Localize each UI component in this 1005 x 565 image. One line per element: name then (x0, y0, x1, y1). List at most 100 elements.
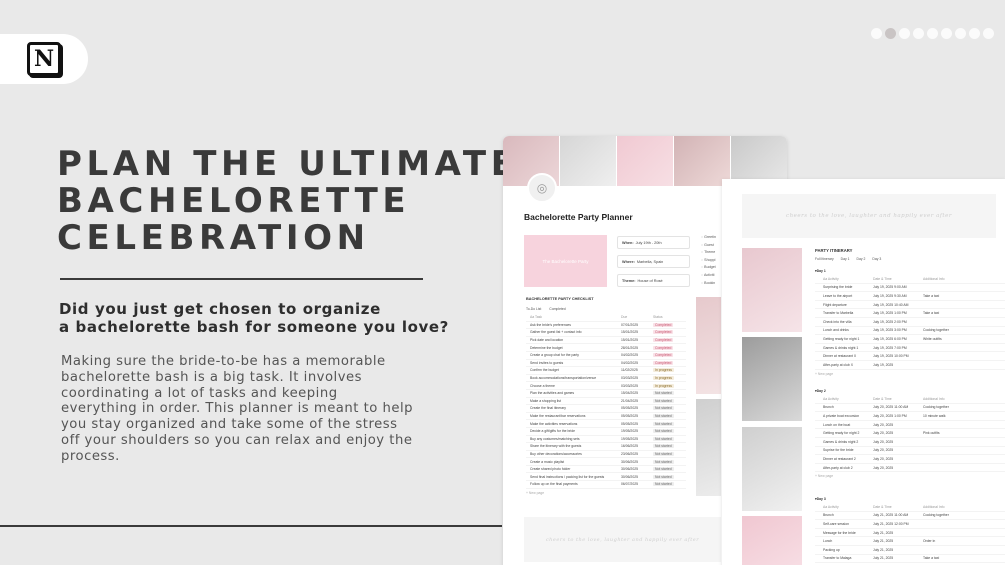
column-header: Additional Info (923, 276, 945, 281)
side-link[interactable]: Shoppi (701, 257, 716, 265)
itinerary-row[interactable]: Brunch July 20, 2025 11:00 AM Cooking toge… (815, 404, 1005, 413)
task-status: Completed (653, 330, 686, 335)
checklist-row[interactable]: Gather the guest list + contact info 15/0… (526, 329, 686, 337)
status-badge: Not started (653, 467, 674, 472)
activity-name: Dinner at restaurant X (823, 354, 857, 359)
itinerary-row[interactable]: Packing up July 21, 2025 (815, 546, 1005, 555)
task-due: 19/05/2025 (621, 436, 638, 441)
task-name: Make the restaurant/bar reservations (530, 414, 586, 419)
checklist-row[interactable]: Choose a theme 03/03/2025 In progress (526, 382, 686, 390)
itinerary-row[interactable]: Lunch on the boat July 20, 2025 (815, 421, 1005, 430)
carousel-dot[interactable] (913, 28, 924, 39)
checklist-row[interactable]: Follow up on the final payments 06/07/202… (526, 481, 686, 489)
carousel-dot[interactable] (969, 28, 980, 39)
day-label[interactable]: Day 1 (815, 267, 1005, 275)
itinerary-row[interactable]: After-party at club 2 July 20, 2025 (815, 464, 1005, 473)
itinerary-row[interactable]: Getting ready for night 2 July 20, 2025 Pi… (815, 429, 1005, 438)
itinerary-row[interactable]: Dinner at restaurant 2 July 20, 2025 (815, 455, 1005, 464)
checklist-row[interactable]: Decide a gift/gifts for the bride 19/05/2… (526, 428, 686, 436)
itinerary-row[interactable]: Flight departure July 19, 2025 10:40 AM (815, 301, 1005, 310)
carousel-dot[interactable] (941, 28, 952, 39)
side-link[interactable]: Theme (701, 249, 716, 257)
carousel-dot[interactable] (899, 28, 910, 39)
checklist-row[interactable]: Buy any costumes/matching sets 19/05/2025… (526, 436, 686, 444)
itinerary-row[interactable]: Getting ready for night 1 July 19, 2025 6… (815, 335, 1005, 344)
checklist-row[interactable]: Confirm the budget 11/02/2025 In progress (526, 367, 686, 375)
new-task-link[interactable]: + New page (526, 491, 686, 495)
checklist-row[interactable]: Make a shopping list 21/04/2025 Not starte… (526, 398, 686, 406)
checklist-row[interactable]: Create a music playlist 30/06/2025 Not sta… (526, 458, 686, 466)
itinerary-row[interactable]: Leave to the airport July 19, 2025 9:30 A… (815, 292, 1005, 301)
task-name: Create the final itinerary (530, 406, 566, 411)
checklist-row[interactable]: Create the final itinerary 05/05/2025 Not … (526, 405, 686, 413)
side-link[interactable]: Activiti (701, 272, 716, 280)
side-link[interactable]: Bookin (701, 280, 716, 288)
checklist-row[interactable]: Send invites to guests 04/02/2025 Complete… (526, 360, 686, 368)
itinerary-row[interactable]: Brunch July 21, 2025 11:00 AM Cooking toge… (815, 512, 1005, 521)
side-link[interactable]: Greetin (701, 234, 716, 242)
carousel-dot[interactable] (983, 28, 994, 39)
itinerary-row[interactable]: Transfer to Malaga July 21, 2025 Take a ta… (815, 555, 1005, 564)
checklist-row[interactable]: Make the restaurant/bar reservations 05/0… (526, 413, 686, 421)
checklist-row[interactable]: Create a group chat for the party 04/02/2… (526, 352, 686, 360)
carousel-dot[interactable] (955, 28, 966, 39)
task-status: Completed (653, 338, 686, 343)
itinerary-title: PARTY ITINERARY (815, 248, 853, 253)
champagne-photo (742, 337, 802, 421)
side-link[interactable]: Guest (701, 242, 716, 250)
column-header: Date & Time (873, 396, 892, 401)
task-status: Not started (653, 429, 686, 434)
checklist-row[interactable]: Buy other decorations/accessories 23/06/2… (526, 451, 686, 459)
itinerary-row[interactable]: Transfer to Marbella July 19, 2025 1:00 P… (815, 309, 1005, 318)
itinerary-row[interactable]: Lunch July 21, 2025 Order in (815, 537, 1005, 546)
itinerary-row[interactable]: Dinner at restaurant X July 19, 2025 10:0… (815, 352, 1005, 361)
itinerary-row[interactable]: Self-care session July 21, 2025 12:00 PM (815, 520, 1005, 529)
task-status: In progress (653, 376, 686, 381)
checklist-row[interactable]: Determine the budget 28/01/2025 Completed (526, 344, 686, 352)
checklist-row[interactable]: Book accommodations/transportation/venue… (526, 375, 686, 383)
day-label[interactable]: Day 2 (815, 387, 1005, 395)
checklist-row[interactable]: Plan the activities and games 15/04/2025 N… (526, 390, 686, 398)
planner-title: Bachelorette Party Planner (524, 212, 633, 222)
carousel-dot[interactable] (871, 28, 882, 39)
new-activity-link[interactable]: + New page (815, 372, 1005, 376)
checklist-row[interactable]: Make the activities reservations 05/05/20… (526, 420, 686, 428)
checklist-row[interactable]: Create shared photo folder 30/06/2025 Not … (526, 466, 686, 474)
itinerary-row[interactable]: Check into the villa July 19, 2025 2:00 P… (815, 318, 1005, 327)
side-link[interactable]: Budget (701, 264, 716, 272)
itinerary-row[interactable]: Suprise for the bride July 20, 2025 (815, 447, 1005, 456)
day-label[interactable]: Day 3 (815, 495, 1005, 503)
tab-to-do-list[interactable]: To-Do List (526, 307, 541, 311)
checklist-row[interactable]: Ask the bride's preferences 07/01/2025 Com… (526, 322, 686, 330)
status-badge: In progress (653, 383, 674, 388)
activity-time: July 21, 2025 (873, 556, 894, 561)
checklist-row[interactable]: Pick date and location 15/01/2025 Complete… (526, 337, 686, 345)
tab-full-itinerary[interactable]: Full Itinerary (815, 257, 834, 261)
task-status: Not started (653, 398, 686, 403)
itinerary-row[interactable]: After-party at club X July 19, 2025 (815, 361, 1005, 370)
itinerary-row[interactable]: Games & drinks night 2 July 20, 2025 (815, 438, 1005, 447)
tab-day-2[interactable]: Day 2 (857, 257, 866, 261)
task-name: Decide a gift/gifts for the bride (530, 429, 576, 434)
task-status: Completed (653, 360, 686, 365)
carousel-dot[interactable] (927, 28, 938, 39)
new-activity-link[interactable]: + New page (815, 474, 1005, 478)
itinerary-row[interactable]: A private boat excursion July 20, 2025 1:… (815, 412, 1005, 421)
itinerary-row[interactable]: Lunch and drinks July 19, 2025 3:00 PM Coo… (815, 327, 1005, 336)
column-header: Aa Activity (823, 396, 839, 401)
itinerary-row[interactable]: Message for the bride July 21, 2025 (815, 529, 1005, 538)
task-name: Buy other decorations/accessories (530, 451, 582, 456)
tab-day-1[interactable]: Day 1 (841, 257, 850, 261)
balloons-photo (742, 427, 802, 511)
itinerary-header: Aa Activity Date & Time Additional Info (815, 275, 1005, 284)
task-due: 05/05/2025 (621, 406, 638, 411)
itinerary-row[interactable]: Surprising the bride July 19, 2025 9:00 A… (815, 284, 1005, 293)
checklist-row[interactable]: Send final instructions / packing list f… (526, 473, 686, 482)
status-badge: In progress (653, 376, 674, 381)
carousel-dot[interactable] (885, 28, 896, 39)
checklist-row[interactable]: Share the itinerary with the guests 16/06… (526, 443, 686, 451)
itinerary-row[interactable]: Games & drinks night 1 July 19, 2025 7:00… (815, 344, 1005, 353)
tab-completed[interactable]: Completed (549, 307, 565, 311)
tab-day-3[interactable]: Day 3 (872, 257, 881, 261)
status-badge: Not started (653, 398, 674, 403)
